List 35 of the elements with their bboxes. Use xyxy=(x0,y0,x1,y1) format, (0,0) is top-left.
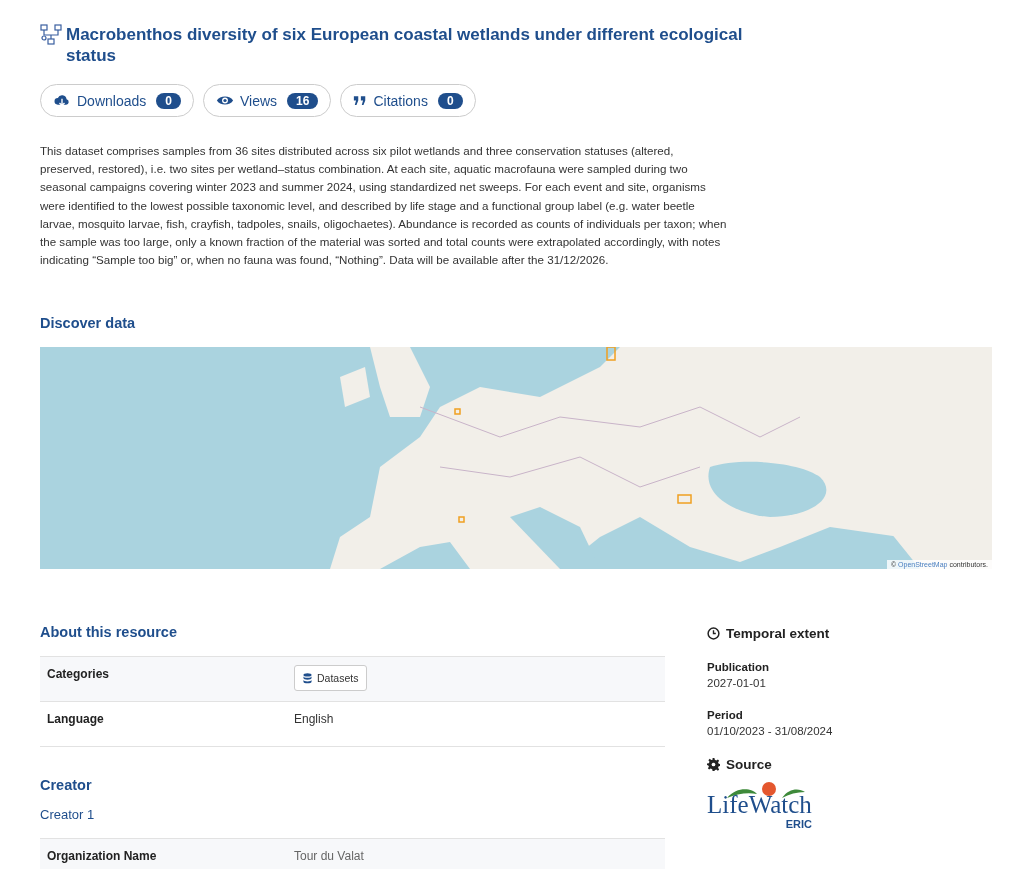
field-value: 01/10/2023 - 31/08/2024 xyxy=(707,725,834,738)
category-tag[interactable]: Datasets xyxy=(294,665,368,692)
field-label: Publication xyxy=(707,661,770,674)
row-label: Categories xyxy=(47,667,111,684)
clock-icon xyxy=(707,627,720,641)
page-title: Macrobenthos diversity of six European coastal wetlands under different ecological status xyxy=(66,24,744,66)
quote-icon xyxy=(353,95,368,106)
count-badge: 16 xyxy=(287,92,319,109)
cloud-download-icon xyxy=(53,93,71,108)
description-paragraph: This dataset comprises samples from 36 sites distributed across six pilot wetlands and three conservation statuses (altered, preserved, restored), i.e. two sites per wetland–status combination. At each site, aquatic macrofauna were sampled during two seasonal campaigns covering winter 2023 and summer 2024, using standardized net sweeps. For each event and site, organisms were identified to the lowest possible taxonomic level, and described by life stage and a functional group label (e.g. water beetle larvae, mosquito larvae, fish, crayfish, tadpoles, snails, oligochaetes). Abundance is recorded as counts of individuals per taxon; when the sample was too large, only a known fraction of the material was sorted and total counts were extrapolated accordingly, with notes indicating “Sample too big” or, when no fauna was found, “Nothing”. Data will be available after the 31/12/2026. xyxy=(40,143,728,269)
count-badge: 0 xyxy=(156,92,181,109)
network-icon xyxy=(40,24,62,46)
sidebar-heading: Source xyxy=(726,757,772,773)
field-value: 2027-01-01 xyxy=(707,677,767,690)
row-value: Tour du Valat xyxy=(294,849,364,864)
row-value: English xyxy=(294,712,334,729)
section-heading: Creator xyxy=(40,777,93,794)
row-label: Language xyxy=(47,712,105,729)
stat-button[interactable]: Citations 0 xyxy=(340,84,476,117)
stat-button[interactable]: Downloads 0 xyxy=(40,84,194,117)
field-label: Period xyxy=(707,709,744,722)
database-icon xyxy=(303,672,312,684)
tag-label: Datasets xyxy=(317,672,359,685)
section-heading: Discover data xyxy=(40,315,137,332)
section-heading: About this resource xyxy=(40,624,178,641)
stat-label: Views xyxy=(239,92,278,109)
stat-label: Downloads xyxy=(77,92,147,109)
stat-label: Citations xyxy=(373,92,428,109)
stat-button[interactable]: Views 16 xyxy=(202,84,332,117)
creator-subheading: Creator 1 xyxy=(40,807,96,823)
sidebar-heading: Temporal extent xyxy=(726,626,830,642)
lifewatch-logo[interactable]: LifeWatch ERIC xyxy=(707,780,822,831)
count-badge: 0 xyxy=(437,92,463,109)
row-label: Organization Name xyxy=(47,849,158,864)
gear-icon xyxy=(707,758,720,772)
